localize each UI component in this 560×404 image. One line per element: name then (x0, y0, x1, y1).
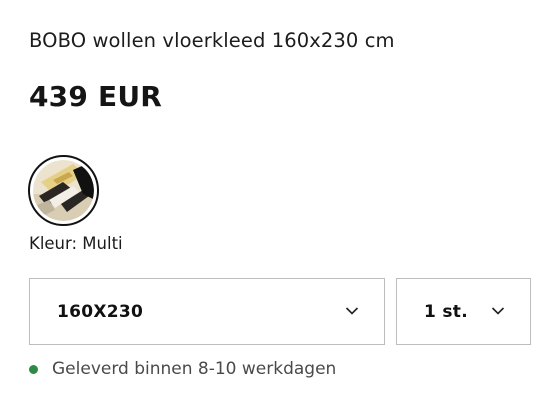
product-price: 439 EUR (29, 80, 163, 113)
product-title: BOBO wollen vloerkleed 160x230 cm (29, 29, 395, 52)
status-dot-icon (29, 364, 38, 374)
color-swatch[interactable] (28, 155, 99, 226)
size-select[interactable]: 160X230 (29, 278, 385, 345)
quantity-select-value: 1 st. (424, 301, 468, 322)
rug-swatch-image (33, 160, 94, 221)
color-label: Kleur: Multi (29, 234, 123, 253)
quantity-select[interactable]: 1 st. (396, 278, 531, 345)
chevron-down-icon (491, 307, 505, 315)
chevron-down-icon (345, 307, 359, 315)
delivery-text: Geleverd binnen 8-10 werkdagen (52, 359, 337, 379)
size-select-value: 160X230 (57, 301, 144, 322)
delivery-status: Geleverd binnen 8-10 werkdagen (29, 359, 336, 379)
